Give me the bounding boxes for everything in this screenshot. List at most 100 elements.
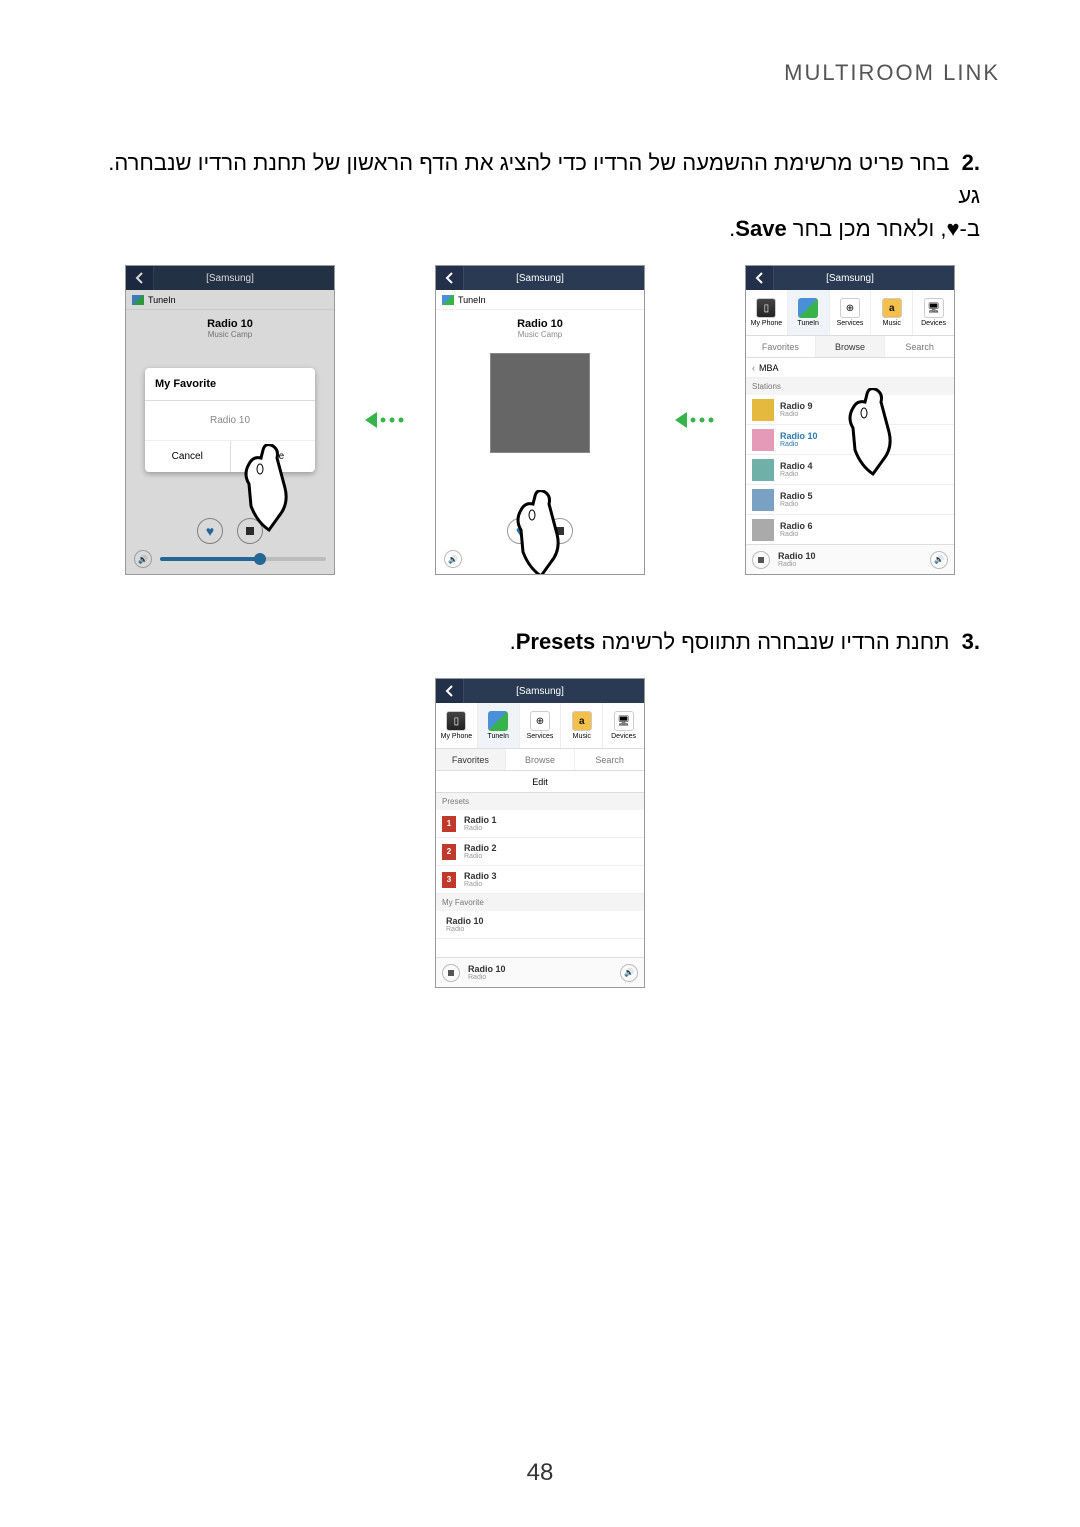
back-icon: [445, 685, 455, 697]
tab-myphone[interactable]: ▯My Phone: [746, 290, 788, 335]
cancel-button[interactable]: Cancel: [145, 441, 231, 472]
stop-icon: [758, 557, 764, 563]
globe-icon: ⊕: [840, 298, 860, 318]
mini-player[interactable]: Radio 10Radio 🔊: [746, 544, 954, 574]
step2-number: .2: [962, 150, 980, 175]
tab-devices[interactable]: 🖥Devices: [913, 290, 954, 335]
step2-save-word: Save: [735, 216, 786, 241]
mini-stop-button[interactable]: [752, 551, 770, 569]
tab-tunein[interactable]: TuneIn: [788, 290, 830, 335]
phone-header: [Samsung]: [436, 679, 644, 703]
page-number: 48: [0, 1459, 1080, 1487]
screen-presets: [Samsung] ▯My Phone TuneIn ⊕Services aMu…: [435, 678, 645, 988]
station-art: [752, 489, 774, 511]
seg-search[interactable]: Search: [885, 336, 954, 357]
seg-browse[interactable]: Browse: [506, 749, 576, 770]
tunein-icon: [488, 711, 508, 731]
section-my-favorite: My Favorite: [436, 894, 644, 911]
svc-label: Music: [883, 320, 901, 327]
stop-icon: [556, 527, 564, 535]
preset-item[interactable]: 2Radio 2Radio: [436, 838, 644, 866]
favorite-item[interactable]: Radio 10Radio: [436, 911, 644, 939]
chevron-left-icon: ‹: [752, 363, 755, 373]
modal-item[interactable]: Radio 10: [145, 401, 315, 441]
preset-flag-icon: 2: [442, 844, 456, 860]
preset-item[interactable]: 3Radio 3Radio: [436, 866, 644, 894]
step3-number: .3: [962, 629, 980, 654]
page-header: MULTIROOM LINK: [80, 60, 1000, 86]
tab-services[interactable]: ⊕Services: [520, 703, 562, 748]
seg-search[interactable]: Search: [575, 749, 644, 770]
save-button[interactable]: Save: [231, 441, 316, 472]
seg-favorites[interactable]: Favorites: [746, 336, 816, 357]
tab-devices[interactable]: 🖥Devices: [603, 703, 644, 748]
item-name: Radio 4: [780, 461, 813, 471]
arrow-left-1: [365, 265, 405, 575]
player-controls: ♥: [436, 518, 644, 544]
tunein-icon: [798, 298, 818, 318]
list-item[interactable]: Radio 6Radio: [746, 515, 954, 545]
svc-label: Services: [837, 320, 864, 327]
mini-stop-button[interactable]: [442, 964, 460, 982]
favorite-button[interactable]: ♥: [507, 518, 533, 544]
item-name: Radio 6: [780, 521, 813, 531]
phone-icon: ▯: [756, 298, 776, 318]
list-item[interactable]: Radio 10Radio: [746, 425, 954, 455]
svc-label: My Phone: [441, 733, 473, 740]
stop-button[interactable]: [547, 518, 573, 544]
station-art: [752, 519, 774, 541]
tab-tunein[interactable]: TuneIn: [478, 703, 520, 748]
tab-music[interactable]: aMusic: [871, 290, 913, 335]
item-name: Radio 9: [780, 401, 813, 411]
phone-header: [Samsung]: [746, 266, 954, 290]
heart-icon: ♥: [516, 523, 524, 539]
tunein-banner: TuneIn: [436, 290, 644, 310]
tab-music[interactable]: aMusic: [561, 703, 603, 748]
tab-services[interactable]: ⊕ Services: [830, 290, 872, 335]
back-button[interactable]: [436, 266, 464, 290]
mini-player[interactable]: Radio 10Radio 🔊: [436, 957, 644, 987]
step3-screens: [Samsung] ▯My Phone TuneIn ⊕Services aMu…: [80, 678, 1000, 988]
heart-glyph: ♥: [946, 216, 959, 241]
mini-sub: Radio: [778, 561, 922, 568]
mini-title: Radio 10: [778, 551, 922, 561]
header-title: [Samsung]: [464, 686, 644, 697]
step3-presets-word: Presets: [516, 629, 596, 654]
list-item[interactable]: Radio 9Radio: [746, 395, 954, 425]
album-art: [490, 353, 590, 453]
devices-icon: 🖥: [614, 711, 634, 731]
back-button[interactable]: [436, 679, 464, 703]
segment-row: Favorites Browse Search: [746, 336, 954, 358]
mini-sub: Radio: [468, 974, 612, 981]
radio-subtitle: Music Camp: [436, 330, 644, 339]
globe-icon: ⊕: [530, 711, 550, 731]
breadcrumb-text: MBA: [759, 363, 779, 373]
seg-favorites[interactable]: Favorites: [436, 749, 506, 770]
item-sub: Radio: [780, 531, 813, 538]
breadcrumb[interactable]: ‹ MBA: [746, 358, 954, 378]
step2-screens: [Samsung] TuneIn Radio 10 Music Camp ♥ 🔊…: [80, 265, 1000, 575]
list-item[interactable]: Radio 5Radio: [746, 485, 954, 515]
header-title: [Samsung]: [464, 273, 644, 284]
now-playing-title: Radio 10 Music Camp: [436, 310, 644, 347]
preset-item[interactable]: 1Radio 1Radio: [436, 810, 644, 838]
mini-volume-button[interactable]: 🔊: [930, 551, 948, 569]
list-item[interactable]: Radio 4Radio: [746, 455, 954, 485]
svc-label: Devices: [921, 320, 946, 327]
station-art: [752, 429, 774, 451]
mini-volume-button[interactable]: 🔊: [620, 964, 638, 982]
tab-myphone[interactable]: ▯My Phone: [436, 703, 478, 748]
edit-button[interactable]: Edit: [436, 771, 644, 793]
item-sub: Radio: [464, 825, 497, 832]
item-sub: Radio: [780, 501, 813, 508]
back-button[interactable]: [746, 266, 774, 290]
step3-pre: תחנת הרדיו שנבחרה תתווסף לרשימה: [595, 629, 949, 654]
item-name: Radio 1: [464, 815, 497, 825]
station-art: [752, 399, 774, 421]
step3-text: .3 תחנת הרדיו שנבחרה תתווסף לרשימה Prese…: [80, 625, 1000, 658]
screen-player: [Samsung] TuneIn Radio 10 Music Camp ♥ 🔊: [435, 265, 645, 575]
step2-text: .2 בחר פריט מרשימת ההשמעה של הרדיו כדי ל…: [80, 146, 1000, 245]
seg-browse[interactable]: Browse: [816, 336, 886, 357]
item-sub: Radio: [780, 411, 813, 418]
volume-icon[interactable]: 🔊: [444, 550, 462, 568]
